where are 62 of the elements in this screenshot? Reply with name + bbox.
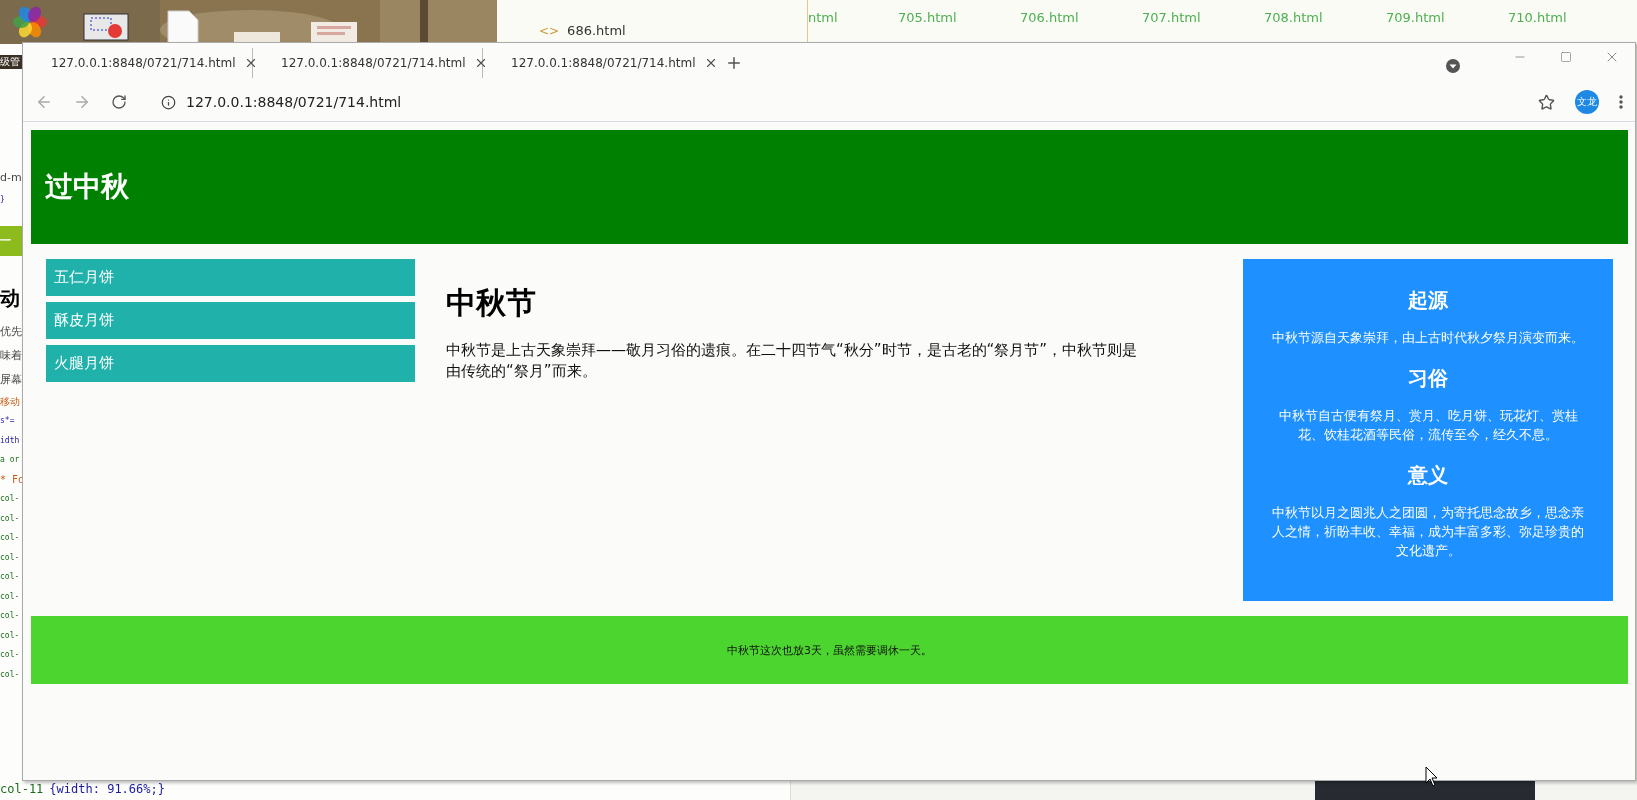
- file-name[interactable]: 706.html: [1020, 10, 1142, 44]
- code-line: a or: [0, 454, 21, 466]
- code-file-icon: <>: [539, 24, 560, 38]
- tab-search-button[interactable]: [1445, 58, 1461, 74]
- footer-text: 中秋节这次也放3天，虽然需要调休一天。: [727, 642, 932, 658]
- code-line: col-: [0, 649, 21, 661]
- code-line: 移动: [0, 394, 21, 409]
- file-name[interactable]: 708.html: [1264, 10, 1386, 44]
- image-thumbnail-icon[interactable]: [311, 22, 357, 44]
- code-line: col-: [0, 532, 21, 544]
- profile-avatar[interactable]: 文龙: [1575, 90, 1599, 114]
- code-line: col-: [0, 668, 21, 681]
- section-text: 中秋节源自天象崇拜，由上古时代秋夕祭月演变而来。: [1271, 329, 1585, 347]
- maximize-icon: [1560, 51, 1572, 63]
- new-tab-button[interactable]: [725, 54, 743, 72]
- code-line: col-: [0, 590, 21, 603]
- address-bar[interactable]: 127.0.0.1:8848/0721/714.html: [186, 94, 402, 110]
- file-name[interactable]: 707.html: [1142, 10, 1264, 44]
- section-text: 中秋节自古便有祭月、赏月、吃月饼、玩花灯、赏桂花、饮桂花酒等民俗，流传至今，经久不息。: [1277, 407, 1579, 444]
- file-name[interactable]: 686.html: [567, 23, 626, 38]
- editor-button[interactable]: 一: [0, 225, 22, 256]
- code-line: col-: [0, 493, 21, 505]
- section-heading: 意义: [1406, 462, 1449, 489]
- menu-item[interactable]: 火腿月饼: [46, 345, 415, 382]
- info-icon[interactable]: [161, 94, 176, 110]
- code-rule: {width: 91.66%;}: [49, 782, 165, 796]
- section-text: 中秋节以月之圆兆人之团圆，为寄托思念故乡，思念亲人之情，祈盼丰收、幸福，成为丰富多彩、弥足珍贵的文化遗产。: [1271, 504, 1585, 560]
- browser-tab[interactable]: 127.0.0.1:8848/0721/714.html: [495, 48, 713, 78]
- code-line: col-: [0, 512, 21, 525]
- code-line: 屏幕: [0, 371, 22, 388]
- desktop-icon-label: 级管: [0, 55, 22, 69]
- file-name[interactable]: 710.html: [1508, 10, 1630, 44]
- code-line: d-m: [0, 170, 22, 186]
- code-line: col-: [0, 610, 21, 622]
- file-icon[interactable]: [167, 10, 199, 44]
- file-name[interactable]: 709.html: [1386, 10, 1508, 44]
- screenshot-icon[interactable]: [83, 13, 129, 41]
- code-line: idth: [0, 434, 21, 447]
- code-line: 优先: [0, 323, 22, 340]
- file-name[interactable]: 705.html: [898, 10, 1020, 44]
- browser-tab[interactable]: 127.0.0.1:8848/0721/714.html: [265, 48, 483, 78]
- menu-icon: [1619, 95, 1623, 109]
- section-heading: 起源: [1407, 287, 1449, 314]
- menu-item[interactable]: 五仁月饼: [46, 259, 415, 296]
- menu-button[interactable]: [1619, 95, 1623, 109]
- menu-item[interactable]: 酥皮月饼: [46, 302, 415, 339]
- code-line: col-: [0, 571, 21, 583]
- article-title: 中秋节: [446, 284, 537, 322]
- page-title: 过中秋: [45, 169, 129, 205]
- code-line: 动: [0, 284, 21, 312]
- code-line: col-: [0, 629, 21, 642]
- bookmark-star-button[interactable]: [1538, 93, 1555, 111]
- code-line: s*=: [0, 415, 16, 427]
- browser-tab[interactable]: 127.0.0.1:8848/0721/714.html: [35, 48, 253, 78]
- code-line: 味着: [0, 347, 22, 364]
- article-text: 中秋节是上古天象崇拜——敬月习俗的遗痕。在二十四节气“秋分”时节，是古老的“祭月节”，中秋节则是由传统的“祭月”而来。: [446, 340, 1139, 382]
- code-selector: col-11: [0, 782, 44, 796]
- code-line: }: [0, 194, 6, 206]
- file-name[interactable]: ntml: [808, 10, 898, 44]
- section-heading: 习俗: [1407, 365, 1449, 392]
- reload-button[interactable]: [111, 94, 127, 110]
- code-line: col-: [0, 551, 21, 564]
